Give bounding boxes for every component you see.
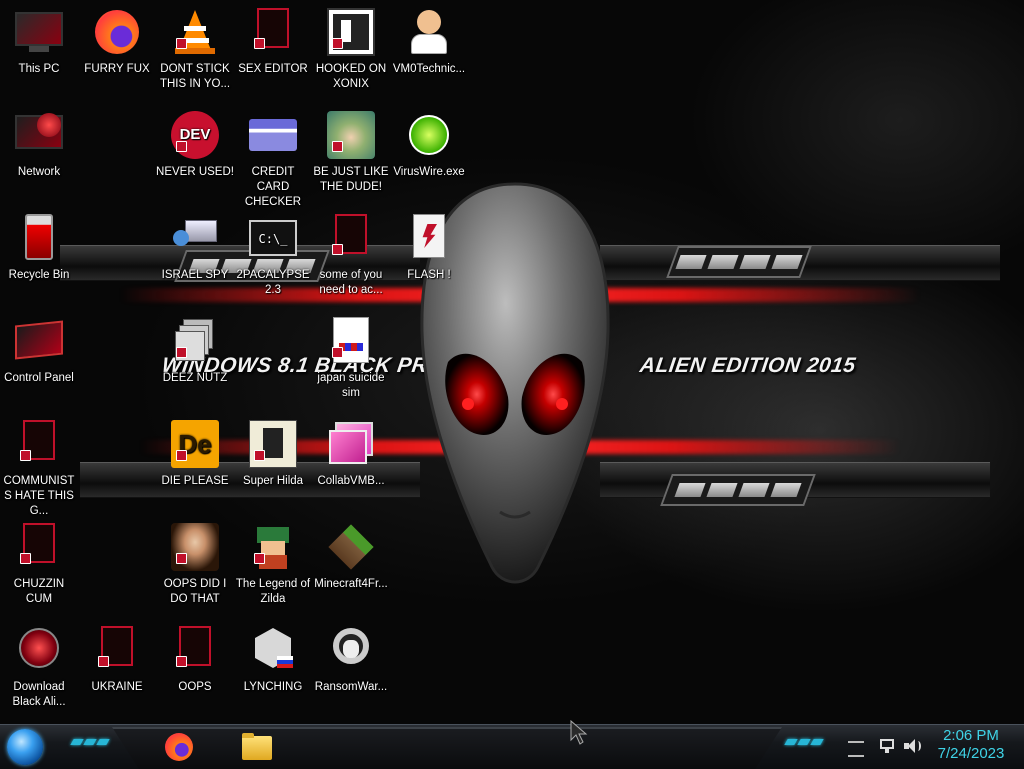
desktop-icon-sex-editor[interactable]: SEX EDITOR [234, 6, 312, 77]
folder-icon [242, 736, 272, 760]
desktop-icon-flash[interactable]: FLASH ! [390, 212, 468, 283]
network-globe-icon [15, 111, 63, 159]
volume-icon[interactable] [904, 739, 921, 753]
control-panel-icon [15, 317, 63, 365]
desktop-icon-israel-spy[interactable]: ISRAEL SPY [156, 212, 234, 283]
stacked-windows-icon [171, 317, 219, 365]
alienware-app-icon [93, 626, 141, 674]
desktop-icon-oops[interactable]: OOPS [156, 624, 234, 695]
desktop-icon-recycle-bin[interactable]: Recycle Bin [0, 212, 78, 283]
taskbar-chevron-decor-right [784, 739, 824, 745]
wallpaper-title-right: ALIEN EDITION 2015 [638, 354, 858, 377]
taskbar-firefox-button[interactable] [162, 730, 196, 764]
desktop-icon-some-of-you[interactable]: some of you need to ac... [312, 212, 390, 298]
flash-document-icon [405, 214, 453, 262]
document-file-icon [327, 317, 375, 365]
desktop-icon-ransomware[interactable]: RansomWar... [312, 624, 390, 695]
alienware-app-icon [249, 8, 297, 56]
desktop-icon-collabvmb[interactable]: CollabVMB... [312, 418, 390, 489]
xonix-game-icon [327, 8, 375, 56]
start-button[interactable] [7, 729, 43, 765]
santa-elf-icon [327, 111, 375, 159]
terminal-icon: C:\_ [249, 214, 297, 262]
grass-block-icon [327, 523, 375, 571]
desktop-icon-this-pc[interactable]: This PC [0, 6, 78, 77]
desktop-icon-chuzzin[interactable]: CHUZZIN CUM [0, 521, 78, 607]
desktop-icon-dont-stick[interactable]: DONT STICK THIS IN YO... [156, 6, 234, 92]
alienware-app-icon [15, 523, 63, 571]
network-icon[interactable] [880, 739, 896, 753]
limewire-icon [405, 111, 453, 159]
desktop-icon-furry-fux[interactable]: FURRY FUX [78, 6, 156, 77]
wallpaper-panel-bottom-right [660, 474, 816, 506]
clock-date: 7/24/2023 [937, 745, 1005, 762]
desktop-icon-vm0technic[interactable]: VM0Technic... [390, 6, 468, 77]
desktop-icon-legend-zilda[interactable]: The Legend of Zilda [234, 521, 312, 607]
desktop-icon-super-hilda[interactable]: Super Hilda [234, 418, 312, 489]
de-logo-icon: De [171, 420, 219, 468]
desktop-icon-japan-suicide[interactable]: japan suicide sim [312, 315, 390, 401]
dev-cpp-icon: DEV [171, 111, 219, 159]
desktop-icon-2pacalypse[interactable]: C:\_ 2PACALYPSE 2.3 [234, 212, 312, 298]
taskbar-app-area [112, 727, 782, 769]
firefox-icon [165, 733, 193, 761]
taskbar [0, 724, 1024, 769]
clock-time: 2:06 PM [943, 727, 999, 744]
noose-emblem-icon [249, 626, 297, 674]
alien-orb-icon [15, 626, 63, 674]
desktop-icon-oops-did-i[interactable]: OOPS DID I DO THAT [156, 521, 234, 607]
desktop-icon-lynching[interactable]: LYNCHING [234, 624, 312, 695]
wallpaper-panel-top-right [666, 246, 812, 278]
desktop-icon-network[interactable]: Network [0, 109, 78, 180]
desktop-icon-die-please[interactable]: De DIE PLEASE [156, 418, 234, 489]
recycle-bin-icon [15, 214, 63, 262]
firefox-icon [93, 8, 141, 56]
desktop-icon-control-panel[interactable]: Control Panel [0, 315, 78, 386]
taskbar-clock[interactable]: 2:06 PM 7/24/2023 [928, 727, 1014, 763]
desktop-icon-minecraft[interactable]: Minecraft4Fr... [312, 521, 390, 592]
alienware-app-icon [327, 214, 375, 262]
skull-ring-icon [327, 626, 375, 674]
desktop-icon-communists[interactable]: COMMUNISTS HATE THIS G... [0, 418, 78, 519]
taskbar-file-explorer-button[interactable] [240, 730, 274, 764]
desktop-icon-download-black-ali[interactable]: Download Black Ali... [0, 624, 78, 710]
credit-card-icon [249, 111, 297, 159]
desktop-icon-credit-card[interactable]: CREDIT CARD CHECKER [234, 109, 312, 210]
window-screens-icon [327, 420, 375, 468]
portrait-painting-icon [171, 523, 219, 571]
pixel-character-icon [249, 420, 297, 468]
remote-desktop-icon [171, 214, 219, 262]
desktop-icon-hooked-xonix[interactable]: HOOKED ON XONIX [312, 6, 390, 92]
monitor-icon [15, 8, 63, 56]
desktop-icon-never-used[interactable]: DEV NEVER USED! [156, 109, 234, 180]
desktop-icon-ukraine[interactable]: UKRAINE [78, 624, 156, 695]
technician-user-icon [405, 8, 453, 56]
alienware-app-icon [171, 626, 219, 674]
desktop-icon-viruswire[interactable]: VirusWire.exe [390, 109, 468, 180]
mouse-cursor [570, 720, 588, 745]
desktop-icon-be-just-like[interactable]: BE JUST LIKE THE DUDE! [312, 109, 390, 195]
vlc-cone-icon [171, 8, 219, 56]
taskbar-chevron-decor-left [70, 739, 110, 745]
tray-overflow-icon[interactable] [848, 741, 864, 757]
desktop-wallpaper: WINDOWS 8.1 BLACK PRO ALIEN EDITION 2015 [0, 0, 1024, 724]
pixel-hero-icon [249, 523, 297, 571]
alienware-app-icon [15, 420, 63, 468]
desktop-icon-deez-nutz[interactable]: DEEZ NUTZ [156, 315, 234, 386]
